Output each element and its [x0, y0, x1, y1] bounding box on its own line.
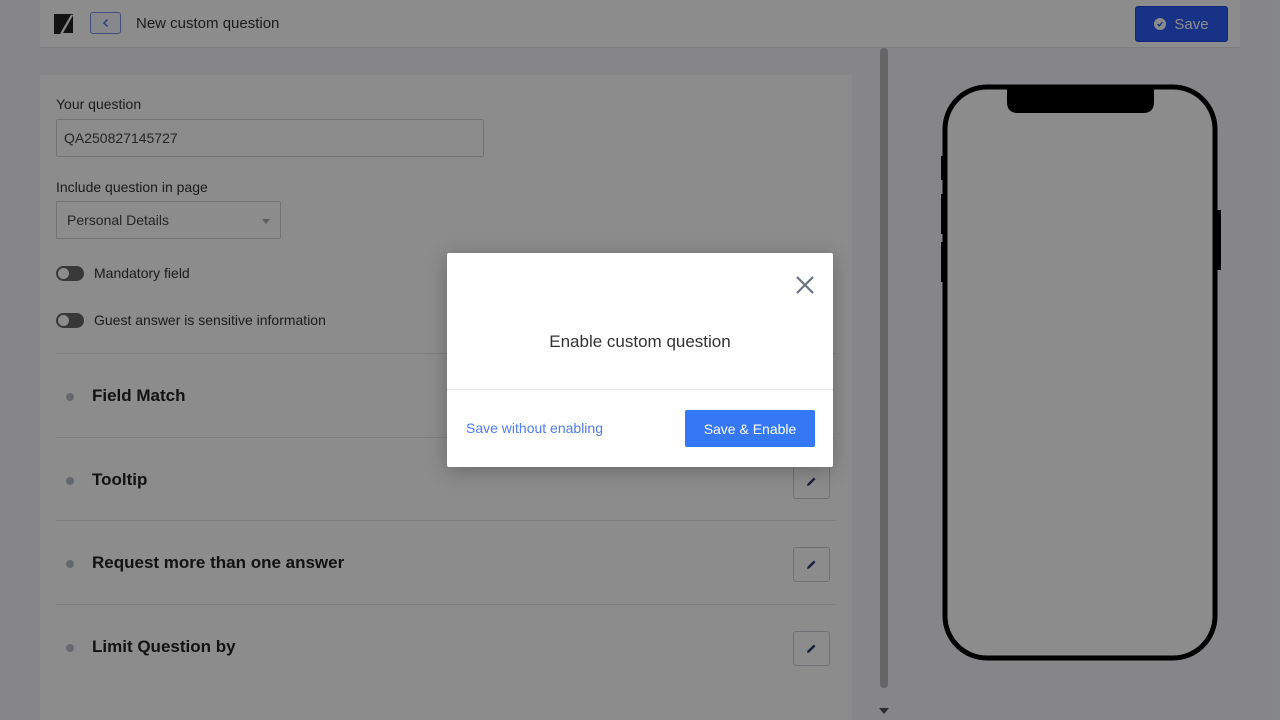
save-without-enabling-link[interactable]: Save without enabling — [466, 420, 603, 436]
save-and-enable-button[interactable]: Save & Enable — [685, 410, 815, 447]
dialog-title: Enable custom question — [549, 332, 731, 351]
divider — [447, 389, 833, 390]
enable-question-dialog: Enable custom question Save without enab… — [447, 253, 833, 467]
close-icon[interactable] — [793, 273, 817, 297]
save-and-enable-label: Save & Enable — [703, 420, 797, 437]
